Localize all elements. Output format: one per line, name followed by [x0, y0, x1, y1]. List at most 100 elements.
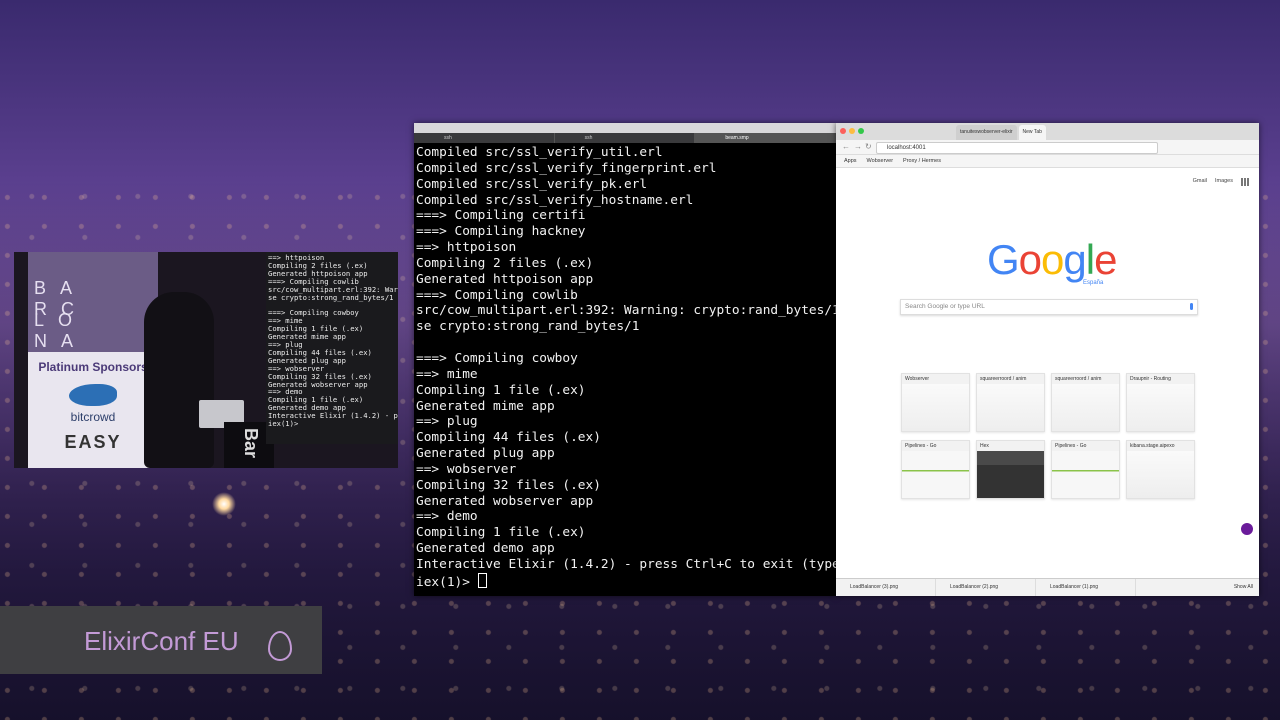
microphone-icon[interactable]: [1190, 303, 1193, 310]
browser-toolbar: ← → ↻ localhost:4001: [836, 140, 1259, 155]
new-tab-page: Gmail Images Google España Search Google…: [836, 168, 1259, 577]
bookmark-wobserver[interactable]: Wobserver: [867, 155, 894, 167]
google-logo-letter: o: [1041, 236, 1064, 283]
tile-title: squareerroord / anim: [1052, 374, 1119, 384]
terminal-line: Generated demo app: [416, 541, 555, 557]
terminal-window[interactable]: ssh ssh beam.smp Compiled src/ssl_verify…: [414, 123, 840, 596]
forward-icon[interactable]: →: [854, 142, 862, 151]
browser-tab-new-tab[interactable]: New Tab: [1018, 125, 1046, 140]
window-controls: [840, 128, 864, 134]
minimize-window-icon[interactable]: [849, 128, 855, 134]
terminal-tabs: ssh ssh beam.smp: [414, 133, 837, 143]
terminal-line: ==> httpoison: [416, 240, 517, 256]
podium-text: Bar: [241, 428, 261, 459]
terminal-line: ===> Compiling cowlib: [416, 287, 578, 303]
tile-thumbnail: [1127, 384, 1194, 431]
google-logo-letter: G: [987, 236, 1020, 283]
sponsor-banner: BA RC LO NA Platinum Sponsors bitcrowd E…: [28, 252, 158, 468]
terminal-prompt-line: iex(1)>: [416, 572, 834, 591]
tile-thumbnail: [902, 384, 969, 431]
tile-thumbnail: [977, 451, 1044, 498]
terminal-line: se crypto:strong_rand_bytes/1: [416, 319, 640, 335]
banner-logo: BA RC LO NA: [28, 252, 158, 352]
terminal-line: Compiled src/ssl_verify_util.erl: [416, 145, 663, 160]
terminal-line: ===> Compiling certifi: [416, 208, 586, 224]
google-logo-subtitle: España: [1083, 280, 1104, 286]
terminal-line: ==> mime: [416, 366, 478, 382]
terminal-line: Generated plug app: [416, 446, 555, 462]
download-item[interactable]: LoadBalancer (3).png: [836, 579, 936, 596]
tile-thumbnail: [1052, 384, 1119, 431]
elixir-drop-icon: [268, 631, 292, 661]
terminal-line: Compiling 1 file (.ex): [416, 382, 586, 398]
google-top-links: Gmail Images: [1193, 178, 1249, 186]
tile-title: Hex: [977, 441, 1044, 451]
google-logo-letter: o: [1018, 236, 1042, 283]
most-visited-tile[interactable]: Pipelines - Go: [901, 440, 970, 499]
reload-icon[interactable]: ↻: [865, 142, 872, 151]
back-icon[interactable]: ←: [842, 142, 850, 151]
terminal-output[interactable]: Compiled src/ssl_verify_util.erl Compiled…: [414, 143, 840, 591]
most-visited-tile[interactable]: squareerroord / anim: [976, 373, 1045, 432]
iex-prompt: iex(1)>: [416, 574, 478, 590]
tile-title: Pipelines - Go: [902, 441, 969, 451]
address-bar[interactable]: localhost:4001: [876, 142, 1158, 154]
bookmark-proxy-hermes[interactable]: Proxy / Hermes: [903, 155, 941, 167]
terminal-line: Generated httpoison app: [416, 271, 594, 287]
terminal-tab-1[interactable]: ssh: [414, 133, 555, 143]
images-link[interactable]: Images: [1215, 178, 1233, 186]
most-visited-tile[interactable]: Pipelines - Go: [1051, 440, 1120, 499]
close-window-icon[interactable]: [840, 128, 846, 134]
show-all-downloads-button[interactable]: Show All: [1234, 579, 1259, 596]
most-visited-tile[interactable]: Draupnir - Routing: [1126, 373, 1195, 432]
extension-fab-icon[interactable]: [1241, 523, 1253, 535]
most-visited-tile[interactable]: Hex: [976, 440, 1045, 499]
terminal-line: ==> demo: [416, 509, 478, 525]
terminal-line: Compiled src/ssl_verify_fingerprint.erl: [416, 160, 717, 176]
most-visited-tile[interactable]: Wobserver: [901, 373, 970, 432]
download-item[interactable]: LoadBalancer (2).png: [936, 579, 1036, 596]
platinum-sponsors-label: Platinum Sponsors: [38, 360, 148, 374]
terminal-line: Generated wobserver app: [416, 493, 594, 509]
sponsor-easy: EASY: [64, 432, 122, 452]
browser-tabstrip: tanuiteswobserver-elixir New Tab: [836, 123, 1259, 140]
tile-thumbnail: [1127, 451, 1194, 498]
most-visited-tiles: Wobserver squareerroord / anim squareerroo…: [901, 373, 1195, 499]
terminal-tab-2[interactable]: ssh: [555, 133, 696, 143]
speaker-figure: [144, 292, 214, 468]
terminal-tab-3[interactable]: beam.smp: [695, 133, 837, 143]
tile-thumbnail: [977, 384, 1044, 431]
conference-logo-box: ElixirConf EU: [0, 606, 322, 674]
most-visited-tile[interactable]: kibana.stage.aipexo: [1126, 440, 1195, 499]
terminal-line: ==> plug: [416, 414, 478, 430]
tile-title: squareerroord / anim: [977, 374, 1044, 384]
maximize-window-icon[interactable]: [858, 128, 864, 134]
bookmarks-bar: Apps Wobserver Proxy / Hermes: [836, 155, 1259, 168]
browser-window: tanuiteswobserver-elixir New Tab ← → ↻ l…: [836, 123, 1259, 596]
google-logo: Google: [987, 236, 1117, 284]
google-search-input[interactable]: Search Google or type URL: [900, 299, 1198, 315]
gmail-link[interactable]: Gmail: [1193, 178, 1207, 186]
bookmark-apps[interactable]: Apps: [844, 155, 857, 167]
most-visited-tile[interactable]: squareerroord / anim: [1051, 373, 1120, 432]
google-logo-letter: e: [1094, 236, 1117, 283]
downloads-bar: LoadBalancer (3).png LoadBalancer (2).pn…: [836, 578, 1259, 596]
terminal-line: Generated mime app: [416, 398, 555, 414]
browser-tab-wobserver[interactable]: tanuiteswobserver-elixir: [956, 125, 1017, 140]
download-item[interactable]: LoadBalancer (1).png: [1036, 579, 1136, 596]
lens-flare: [212, 492, 236, 516]
terminal-line: Interactive Elixir (1.4.2) - press Ctrl+…: [416, 556, 840, 572]
terminal-line: ==> wobserver: [416, 461, 517, 477]
tile-title: Pipelines - Go: [1052, 441, 1119, 451]
terminal-titlebar[interactable]: [414, 123, 836, 133]
tile-title: kibana.stage.aipexo: [1127, 441, 1194, 451]
tile-thumbnail: [1052, 451, 1119, 498]
terminal-line: Compiling 2 files (.ex): [416, 255, 594, 271]
sponsor-bitcrowd: bitcrowd: [70, 410, 116, 424]
tile-thumbnail: [902, 451, 969, 498]
terminal-line: Compiled src/ssl_verify_hostname.erl: [416, 192, 694, 208]
search-placeholder: Search Google or type URL: [905, 303, 985, 310]
terminal-line: Compiling 44 files (.ex): [416, 430, 601, 446]
apps-grid-icon[interactable]: [1241, 178, 1249, 186]
